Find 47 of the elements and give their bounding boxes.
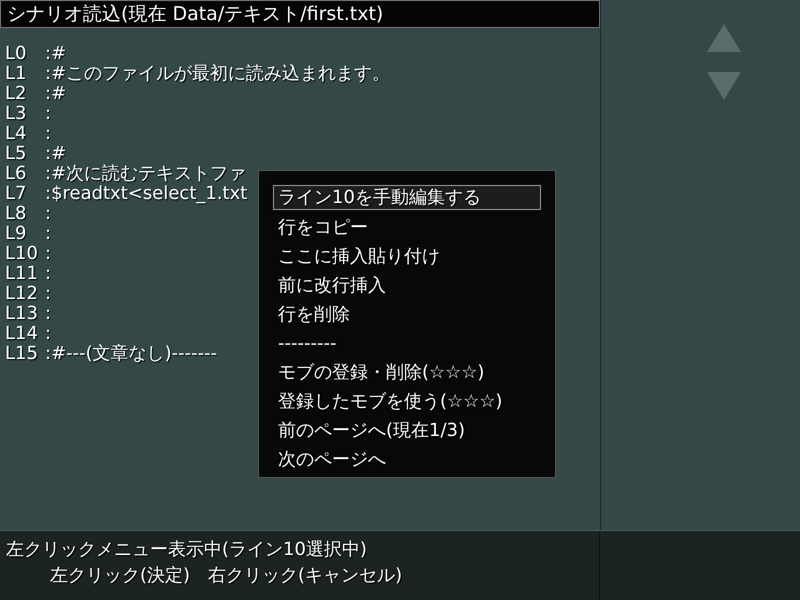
line-text: :#	[45, 44, 66, 64]
menu-item[interactable]: 行をコピー	[273, 214, 541, 243]
line-text: :	[45, 244, 52, 264]
line-number: L12	[5, 284, 39, 304]
menu-item[interactable]: モブの登録・削除(☆☆☆)	[273, 359, 541, 388]
line-text: :	[45, 204, 52, 224]
line-text: :#	[45, 144, 66, 164]
menu-item[interactable]: 次のページへ	[273, 446, 541, 475]
line-number: L0	[5, 44, 28, 64]
line-number: L4	[5, 124, 28, 144]
line-text: :	[45, 304, 52, 324]
line-text: :	[45, 224, 52, 244]
menu-item[interactable]: 登録したモブを使う(☆☆☆)	[273, 388, 541, 417]
line-number: L9	[5, 224, 28, 244]
line-number: L11	[5, 264, 39, 284]
menu-item[interactable]: ここに挿入貼り付け	[273, 243, 541, 272]
line-number: L1	[5, 64, 28, 84]
line-text: :$readtxt<select_1.txt	[45, 184, 248, 204]
line-text: :	[45, 104, 52, 124]
line-text: :#---(文章なし)-------	[45, 344, 218, 364]
scroll-up-icon[interactable]	[707, 24, 741, 52]
menu-item[interactable]: 前のページへ(現在1/3)	[273, 417, 541, 446]
menu-item[interactable]: 行を削除	[273, 301, 541, 330]
line-text: :#このファイルが最初に読み込まれます。	[45, 64, 390, 84]
line-number: L15	[5, 344, 39, 364]
line-text: :	[45, 124, 52, 144]
status-text: 左クリック(決定) 右クリック(キャンセル)	[49, 564, 404, 588]
line-text: :	[45, 284, 52, 304]
scroll-down-icon[interactable]	[707, 72, 741, 100]
line-number: L10	[5, 244, 39, 264]
menu-item[interactable]: ---------	[273, 330, 541, 359]
line-number: L13	[5, 304, 39, 324]
line-number: L8	[5, 204, 28, 224]
status-text: 左クリックメニュー表示中(ライン10選択中)	[6, 538, 368, 562]
line-text: :	[45, 324, 52, 344]
menu-item[interactable]: ライン10を手動編集する	[273, 185, 541, 210]
line-text: :#次に読むテキストファ	[45, 164, 246, 184]
line-number: L7	[5, 184, 28, 204]
line-number: L3	[5, 104, 28, 124]
line-text: :#	[45, 84, 66, 104]
line-number: L6	[5, 164, 28, 184]
menu-item[interactable]: 前に改行挿入	[273, 272, 541, 301]
line-number: L2	[5, 84, 28, 104]
line-number: L5	[5, 144, 28, 164]
window-title: シナリオ読込(現在 Data/テキスト/first.txt)	[0, 0, 600, 28]
line-text: :	[45, 264, 52, 284]
line-number: L14	[5, 324, 39, 344]
